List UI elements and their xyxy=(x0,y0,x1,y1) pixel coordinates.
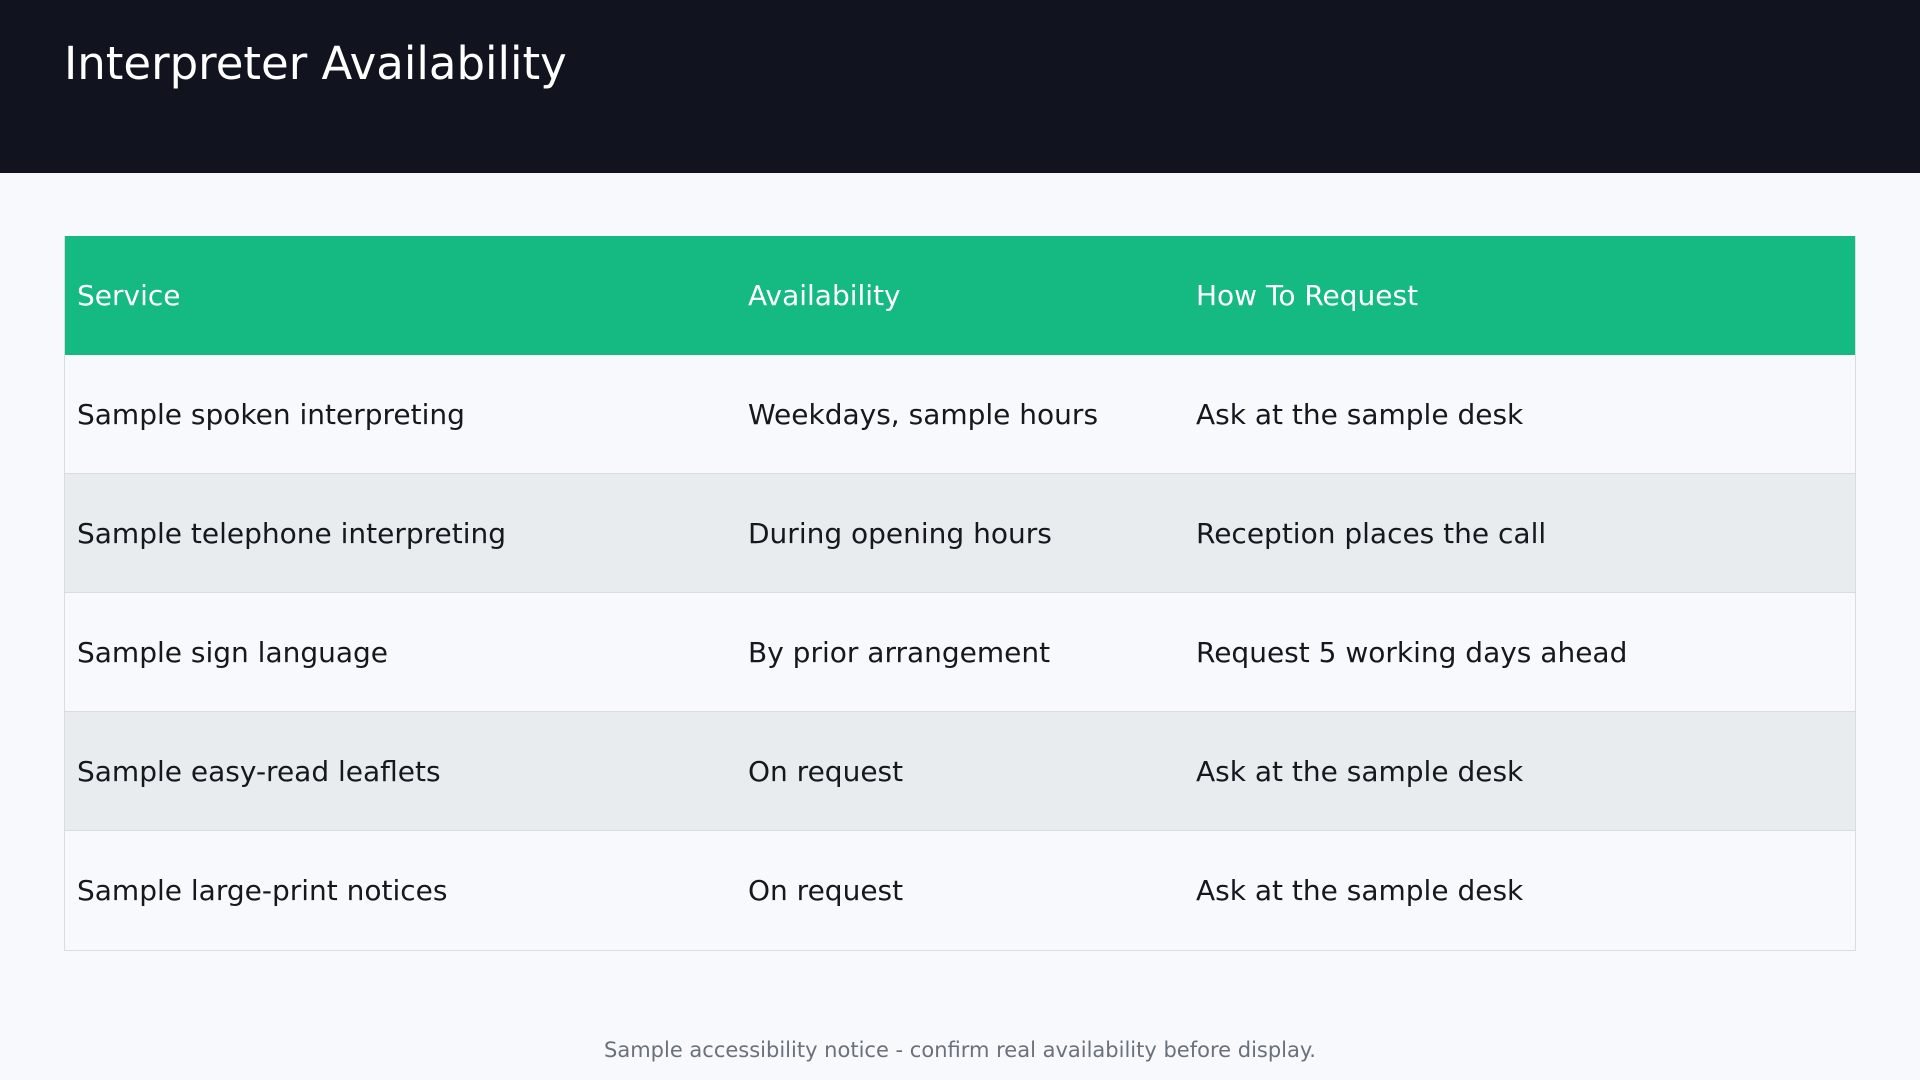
availability-cell: On request xyxy=(748,754,904,788)
table-row: Sample spoken interpreting Weekdays, sam… xyxy=(65,355,1855,474)
footer-notice: Sample accessibility notice - confirm re… xyxy=(604,1038,1316,1062)
service-cell: Sample large-print notices xyxy=(77,874,448,907)
availability-cell: Weekdays, sample hours xyxy=(748,397,1099,431)
request-cell: Request 5 working days ahead xyxy=(1196,635,1628,669)
request-cell: Ask at the sample desk xyxy=(1196,874,1524,907)
page-title: Interpreter Availability xyxy=(64,37,567,90)
request-cell: Ask at the sample desk xyxy=(1196,397,1524,431)
table-row: Sample telephone interpreting During ope… xyxy=(65,474,1855,593)
table-row: Sample large-print notices On request As… xyxy=(65,831,1855,950)
request-cell: Ask at the sample desk xyxy=(1196,754,1524,788)
availability-cell: During opening hours xyxy=(748,516,1052,550)
availability-table: Service Availability How To Request Samp… xyxy=(64,236,1856,951)
service-cell: Sample spoken interpreting xyxy=(77,397,465,431)
column-header-availability: Availability xyxy=(748,279,901,312)
service-cell: Sample sign language xyxy=(77,635,389,669)
service-cell: Sample telephone interpreting xyxy=(77,516,507,550)
availability-cell: On request xyxy=(748,874,904,907)
header-bar: Interpreter Availability xyxy=(0,0,1920,173)
column-header-service: Service xyxy=(77,279,181,312)
column-header-how-to-request: How To Request xyxy=(1196,279,1419,312)
table-row: Sample easy-read leaflets On request Ask… xyxy=(65,712,1855,831)
table-row: Sample sign language By prior arrangemen… xyxy=(65,593,1855,712)
service-cell: Sample easy-read leaflets xyxy=(77,754,441,788)
request-cell: Reception places the call xyxy=(1196,516,1547,550)
table-header-row: Service Availability How To Request xyxy=(65,236,1855,355)
availability-cell: By prior arrangement xyxy=(748,635,1051,669)
